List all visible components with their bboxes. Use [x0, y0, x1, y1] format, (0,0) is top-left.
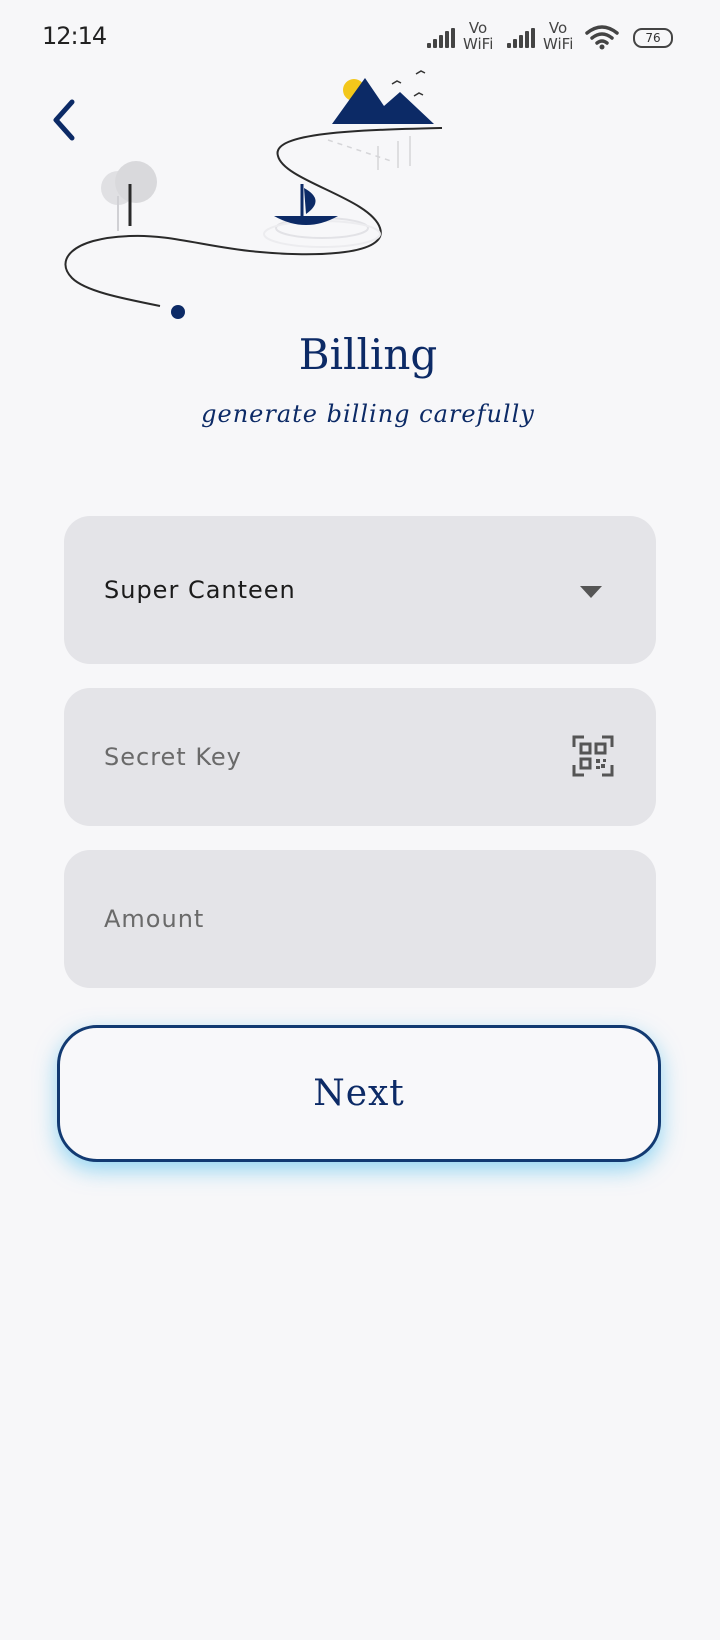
- page-title: Billing: [298, 330, 438, 379]
- amount-field: [64, 850, 656, 988]
- landscape-illustration: [64, 70, 443, 319]
- qr-scan-icon: [572, 735, 614, 777]
- canteen-select-value: Super Canteen: [104, 576, 296, 604]
- caret-down-icon: [580, 586, 602, 598]
- wifi-icon: [585, 25, 619, 50]
- vowifi-label: Vo WiFi: [463, 19, 494, 53]
- battery-indicator: 76: [633, 28, 673, 48]
- status-time: 12:14: [42, 22, 107, 50]
- qr-scan-button[interactable]: [572, 735, 614, 777]
- next-button-label: Next: [313, 1073, 405, 1114]
- secret-key-field: [64, 688, 656, 826]
- next-button[interactable]: Next: [57, 1025, 661, 1162]
- signal-icon-2: [507, 28, 539, 48]
- page-subtitle: generate billing carefully: [201, 400, 535, 428]
- status-icons: Vo WiFi Vo WiFi 76: [425, 20, 675, 56]
- secret-key-input[interactable]: [64, 688, 656, 826]
- canteen-select[interactable]: Super Canteen: [64, 516, 656, 664]
- vowifi-label-2: Vo WiFi: [543, 19, 574, 53]
- signal-icon: [427, 28, 459, 48]
- amount-input[interactable]: [64, 850, 656, 988]
